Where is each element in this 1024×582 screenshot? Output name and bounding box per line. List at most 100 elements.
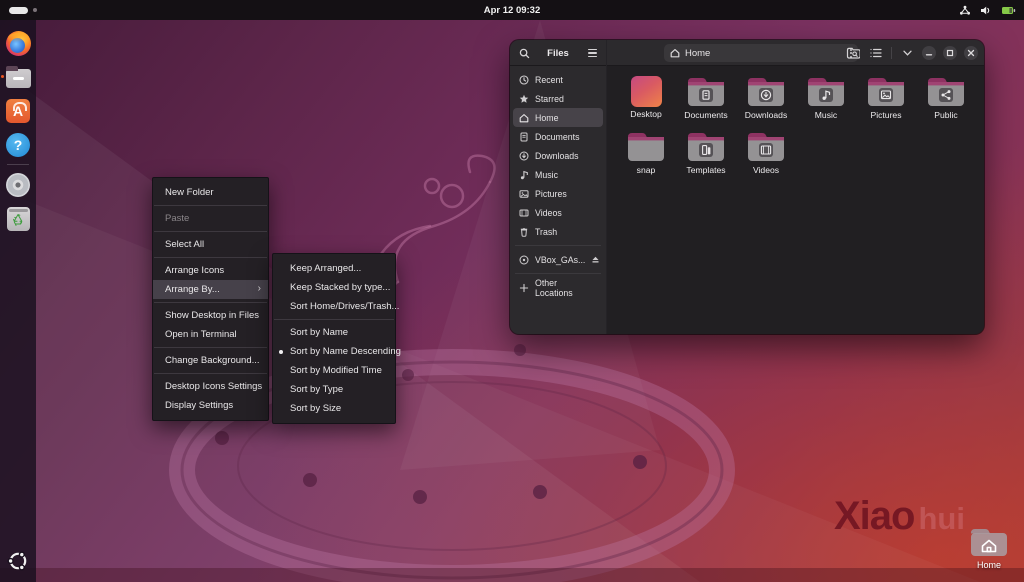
headerbar-actions xyxy=(845,40,978,66)
submenu-item-keep-arranged[interactable]: Keep Arranged... xyxy=(273,259,395,278)
submenu-item-keep-stacked-by-type[interactable]: Keep Stacked by type... xyxy=(273,278,395,297)
sidebar-item-recent[interactable]: Recent xyxy=(513,70,603,89)
sidebar-separator xyxy=(515,245,601,246)
submenu-item-sort-home-drives-trash[interactable]: Sort Home/Drives/Trash... xyxy=(273,297,395,316)
sidebar-item-home[interactable]: Home xyxy=(513,108,603,127)
folder-music[interactable]: Music xyxy=(796,75,856,130)
menu-item-show-desktop-in-files[interactable]: Show Desktop in Files xyxy=(153,306,268,325)
music-note-icon xyxy=(519,170,529,180)
minimize-button[interactable] xyxy=(922,46,936,60)
arrange-by-submenu: Keep Arranged... Keep Stacked by type...… xyxy=(272,253,396,424)
menu-item-arrange-by[interactable]: Arrange By... › xyxy=(153,280,268,299)
maximize-button[interactable] xyxy=(943,46,957,60)
eject-button[interactable] xyxy=(591,255,600,264)
folder-desktop[interactable]: Desktop xyxy=(616,75,676,130)
folder-documents[interactable]: Documents xyxy=(676,75,736,130)
sidebar-item-pictures[interactable]: Pictures xyxy=(513,184,603,203)
sidebar-item-other-locations[interactable]: Other Locations xyxy=(513,278,603,297)
folder-videos[interactable]: Videos xyxy=(736,130,796,185)
files-sidebar: Recent Starred Home Documents Downloads … xyxy=(510,66,607,334)
folder-pictures[interactable]: Pictures xyxy=(856,75,916,130)
maximize-icon xyxy=(946,49,954,57)
files-content: Desktop Documents xyxy=(607,66,984,334)
menu-item-change-background[interactable]: Change Background... xyxy=(153,351,268,370)
list-view-icon xyxy=(870,48,882,58)
star-icon xyxy=(519,94,529,104)
submenu-item-sort-by-modified-time[interactable]: Sort by Modified Time xyxy=(273,361,395,380)
sidebar-header: Files xyxy=(510,40,607,66)
sidebar-separator xyxy=(515,273,601,274)
menu-item-desktop-icons-settings[interactable]: Desktop Icons Settings xyxy=(153,377,268,396)
volume-icon xyxy=(980,5,992,16)
watermark-primary: Xiao xyxy=(834,494,914,539)
trash-icon xyxy=(519,227,529,237)
menu-separator xyxy=(154,257,267,258)
search-folder-button[interactable] xyxy=(845,45,861,61)
dock-item-optical-disc[interactable] xyxy=(0,168,36,202)
menu-item-select-all[interactable]: Select All xyxy=(153,235,268,254)
search-button[interactable] xyxy=(516,45,532,61)
files-headerbar[interactable]: Files Home xyxy=(510,40,984,66)
sidebar-menu-button[interactable] xyxy=(584,45,600,61)
menu-item-arrange-icons[interactable]: Arrange Icons xyxy=(153,261,268,280)
top-bar: Apr 12 09:32 xyxy=(0,0,1024,20)
folder-downloads[interactable]: Downloads xyxy=(736,75,796,130)
sidebar-item-trash[interactable]: Trash xyxy=(513,222,603,241)
sidebar-item-music[interactable]: Music xyxy=(513,165,603,184)
recycle-icon xyxy=(11,213,25,226)
submenu-arrow-icon: › xyxy=(258,283,261,294)
submenu-item-sort-by-name[interactable]: Sort by Name xyxy=(273,323,395,342)
sidebar-item-documents[interactable]: Documents xyxy=(513,127,603,146)
menu-item-display-settings[interactable]: Display Settings xyxy=(153,396,268,415)
folder-snap[interactable]: snap xyxy=(616,130,676,185)
watermark: Xiao hui xyxy=(834,494,965,539)
submenu-item-sort-by-name-descending[interactable]: Sort by Name Descending xyxy=(273,342,395,361)
folder-search-icon xyxy=(846,47,860,59)
menu-separator xyxy=(154,205,267,206)
sidebar-item-vbox-gas[interactable]: VBox_GAs... xyxy=(513,250,603,269)
system-status-area[interactable] xyxy=(959,0,1016,20)
dock-item-trash[interactable] xyxy=(0,202,36,236)
dock-item-firefox[interactable] xyxy=(0,26,36,60)
list-view-button[interactable] xyxy=(868,45,884,61)
sidebar-item-downloads[interactable]: Downloads xyxy=(513,146,603,165)
view-options-button[interactable] xyxy=(899,45,915,61)
folder-icon xyxy=(865,75,907,108)
desktop: Xiao hui Home Files xyxy=(0,0,1024,582)
menu-separator xyxy=(154,231,267,232)
picture-icon xyxy=(519,189,529,199)
firefox-icon xyxy=(6,31,31,56)
desktop-gradient-icon xyxy=(631,76,662,107)
close-button[interactable] xyxy=(964,46,978,60)
folder-icon xyxy=(685,75,727,108)
ubuntu-software-icon: A xyxy=(6,99,30,123)
desktop-context-menu: New Folder Paste Select All Arrange Icon… xyxy=(152,177,269,421)
menu-item-open-in-terminal[interactable]: Open in Terminal xyxy=(153,325,268,344)
desktop-home-icon[interactable]: Home xyxy=(963,526,1015,570)
optical-disc-icon xyxy=(519,255,529,265)
home-folder-icon xyxy=(968,526,1010,558)
dock-item-show-applications[interactable] xyxy=(0,544,36,578)
path-label: Home xyxy=(685,48,710,59)
dock-item-ubuntu-software[interactable]: A xyxy=(0,94,36,128)
dock-item-help[interactable]: ? xyxy=(0,128,36,162)
folder-icon xyxy=(745,130,787,163)
folder-public[interactable]: Public xyxy=(916,75,976,130)
files-icon xyxy=(6,69,31,88)
dock-item-files[interactable] xyxy=(0,60,36,94)
running-indicator xyxy=(1,75,4,78)
sidebar-item-starred[interactable]: Starred xyxy=(513,89,603,108)
submenu-item-sort-by-type[interactable]: Sort by Type xyxy=(273,380,395,399)
home-icon xyxy=(670,48,680,58)
menu-separator xyxy=(154,373,267,374)
folder-grid: Desktop Documents xyxy=(616,75,982,185)
folder-templates[interactable]: Templates xyxy=(676,130,736,185)
video-icon xyxy=(519,208,529,218)
menu-item-new-folder[interactable]: New Folder xyxy=(153,183,268,202)
submenu-item-sort-by-size[interactable]: Sort by Size xyxy=(273,399,395,418)
path-bar[interactable]: Home xyxy=(664,44,858,62)
divider xyxy=(891,47,892,59)
sidebar-item-videos[interactable]: Videos xyxy=(513,203,603,222)
clock[interactable]: Apr 12 09:32 xyxy=(0,5,1024,16)
battery-icon xyxy=(1001,5,1016,16)
